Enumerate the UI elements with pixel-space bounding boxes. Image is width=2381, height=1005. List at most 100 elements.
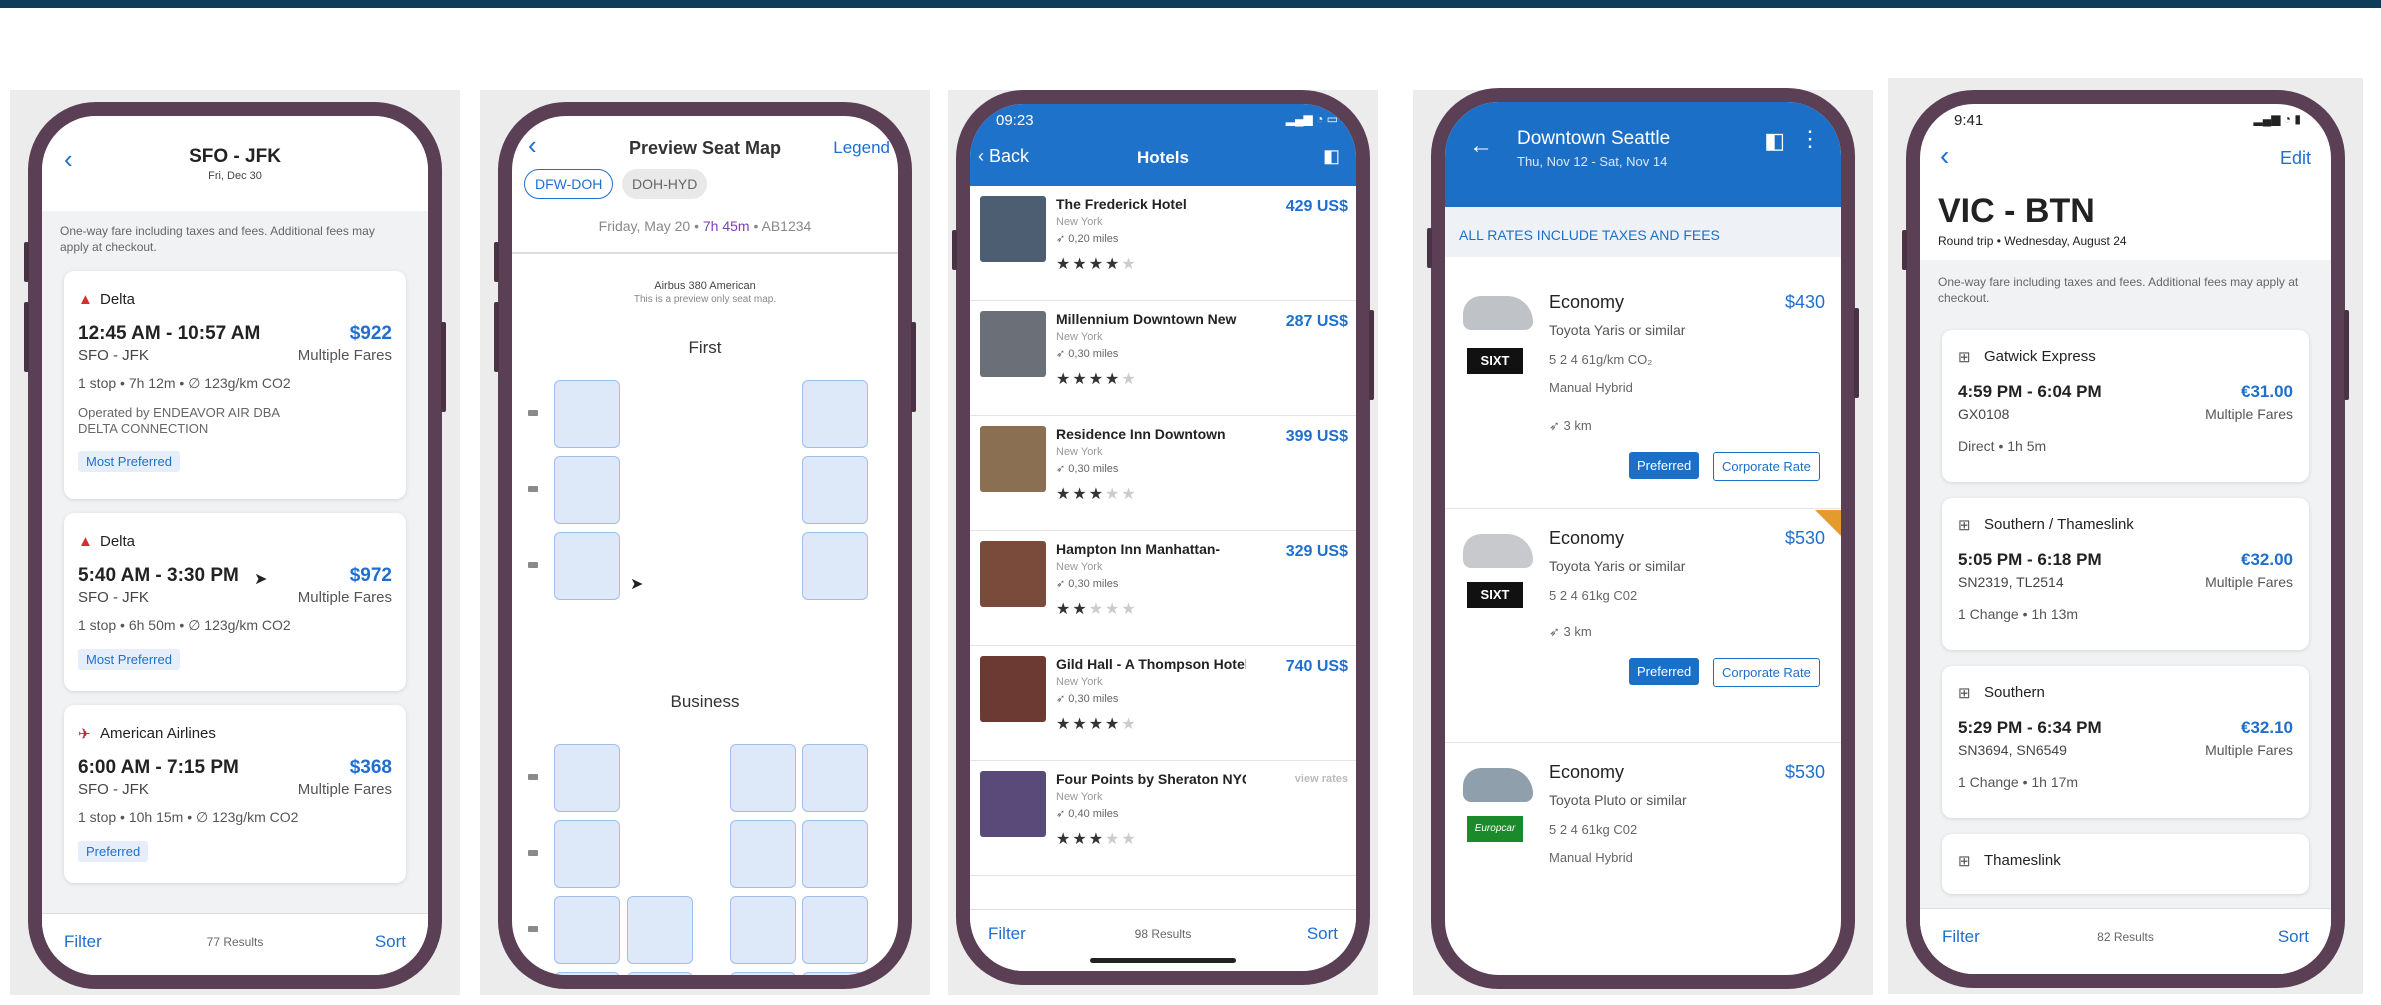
preference-tag: Most Preferred (78, 649, 180, 670)
car-header: ← Downtown Seattle Thu, Nov 12 - Sat, No… (1445, 102, 1841, 207)
seat[interactable] (554, 896, 620, 964)
seat[interactable] (730, 820, 796, 888)
seat[interactable] (730, 896, 796, 964)
location-title: Downtown Seattle (1517, 128, 1671, 149)
seat[interactable] (554, 532, 620, 600)
seat[interactable] (802, 456, 868, 524)
preferred-badge: Preferred (1629, 658, 1700, 685)
seat[interactable] (802, 744, 868, 812)
hotel-name: Residence Inn Downtown (1056, 426, 1226, 442)
seat[interactable] (554, 456, 620, 524)
train-card[interactable]: ⊞ Southern / Thameslink 5:05 PM - 6:18 PM €… (1942, 498, 2309, 650)
seat[interactable] (554, 744, 620, 812)
train-card[interactable]: ⊞ Gatwick Express 4:59 PM - 6:04 PM €31.00 G… (1942, 330, 2309, 482)
edit-button[interactable]: Edit (2280, 148, 2311, 169)
hotel-row[interactable]: Four Points by Sheraton NYC New York ➶ 0,4… (970, 761, 1356, 876)
fare-type: Multiple Fares (2205, 406, 2293, 422)
page-title: Hotels (1137, 148, 1189, 167)
fare-type: Multiple Fares (297, 781, 392, 798)
hotel-photo (980, 541, 1046, 607)
car-model: Toyota Yaris or similar (1549, 322, 1686, 338)
flight-route: SFO - JFK (78, 781, 149, 798)
back-chevron-icon[interactable]: ‹ (1940, 140, 1949, 172)
hotel-city: New York (1056, 561, 1103, 573)
seat[interactable] (730, 972, 796, 975)
hotel-photo (980, 311, 1046, 377)
seat[interactable] (802, 532, 868, 600)
hotel-row[interactable]: The Frederick Hotel New York ➶ 0,20 miles ★… (970, 186, 1356, 301)
hotel-row[interactable]: Hampton Inn Manhattan- New York ➶ 0,30 mil… (970, 531, 1356, 646)
vendor-logo: SIXT (1467, 582, 1523, 608)
map-icon[interactable]: ◧ (1764, 128, 1785, 154)
seat[interactable] (730, 744, 796, 812)
sort-button[interactable]: Sort (1307, 924, 1338, 944)
rates-notice: ALL RATES INCLUDE TAXES AND FEES (1459, 227, 1720, 243)
flight-card[interactable]: ▲ Delta 12:45 AM - 10:57 AM $922 SFO - J… (64, 271, 406, 499)
map-icon[interactable]: ◧ (1323, 146, 1340, 167)
phone-side-button (24, 242, 29, 282)
mouse-cursor-icon: ➤ (630, 576, 644, 593)
sort-button[interactable]: Sort (375, 932, 406, 952)
pickup-distance: ➶ 3 km (1549, 624, 1592, 639)
train-icon: ⊞ (1958, 853, 1971, 870)
flight-card[interactable]: ▲ Delta 5:40 AM - 3:30 PM ➤ $972 SFO - J… (64, 513, 406, 691)
car-image (1463, 768, 1533, 802)
hotel-distance-value: 0,30 miles (1068, 348, 1119, 360)
phone-side-button (1854, 308, 1859, 398)
results-count: 77 Results (206, 935, 264, 949)
date-range: Thu, Nov 12 - Sat, Nov 14 (1517, 154, 1668, 169)
car-class: Economy (1549, 528, 1625, 548)
preview-note: This is a preview only seat map. (633, 294, 777, 305)
delta-logo-icon: ▲ (78, 533, 93, 550)
car-extra: Manual Hybrid (1549, 380, 1633, 395)
notice-bar: ALL RATES INCLUDE TAXES AND FEES (1445, 207, 1841, 257)
car-price: $530 (1784, 762, 1825, 782)
back-arrow-icon[interactable]: ← (1469, 132, 1493, 160)
airline-name: Delta (100, 291, 136, 308)
train-times: 5:05 PM - 6:18 PM (1958, 550, 2102, 569)
train-icon: ⊞ (1958, 349, 1971, 366)
legend-button[interactable]: Legend (833, 138, 890, 158)
train-card[interactable]: ⊞ Thameslink (1942, 834, 2309, 894)
tab-doh-hyd[interactable]: DOH-HYD (622, 169, 708, 199)
aircraft-info: Airbus 380 American (654, 280, 756, 292)
seat[interactable] (627, 896, 693, 964)
hotel-price: 740 US$ (1285, 658, 1348, 675)
seat[interactable] (802, 820, 868, 888)
seat[interactable] (802, 380, 868, 448)
train-times: 5:29 PM - 6:34 PM (1958, 718, 2102, 737)
hotel-name: Hampton Inn Manhattan- (1056, 541, 1221, 557)
car-card[interactable]: SIXT Economy $430 Toyota Yaris or simila… (1445, 274, 1841, 509)
row-marker (528, 850, 538, 856)
train-card[interactable]: ⊞ Southern 5:29 PM - 6:34 PM €32.10 SN3694, … (1942, 666, 2309, 818)
flight-card[interactable]: ✈ American Airlines 6:00 AM - 7:15 PM $3… (64, 705, 406, 883)
pickup-distance: ➶ 3 km (1549, 418, 1592, 433)
car-model: Toyota Yaris or similar (1549, 558, 1686, 574)
flight-header: ‹ SFO - JFK Fri, Dec 30 (42, 116, 428, 211)
sort-button[interactable]: Sort (2278, 927, 2309, 947)
divider (512, 252, 898, 254)
seat[interactable] (802, 972, 868, 975)
bottom-toolbar: Filter 82 Results Sort (1920, 908, 2331, 974)
hotel-row[interactable]: Residence Inn Downtown New York ➶ 0,30 mil… (970, 416, 1356, 531)
seat[interactable] (554, 380, 620, 448)
seat[interactable] (802, 896, 868, 964)
seat[interactable] (554, 820, 620, 888)
bottom-toolbar: Filter 98 Results Sort (970, 909, 1356, 971)
hotel-row[interactable]: Millennium Downtown New New York ➶ 0,30 mi… (970, 301, 1356, 416)
car-image (1463, 534, 1533, 568)
phone-frame: 9:41 ▂▄▆ ◔ ▮ ‹ Edit VIC - BTN Round trip… (1902, 90, 2349, 988)
fare-type: Multiple Fares (2205, 574, 2293, 590)
tab-dfw-doh[interactable]: DFW-DOH (524, 169, 614, 199)
car-extra: Manual Hybrid (1549, 850, 1633, 865)
car-specs: 5 2 4 61kg C02 (1549, 822, 1638, 837)
car-card[interactable]: Europcar Economy $530 Toyota Pluto or si… (1445, 744, 1841, 944)
seat[interactable] (627, 972, 693, 975)
more-options-icon[interactable]: ⋮ (1799, 126, 1821, 152)
hotel-distance-value: 0,30 miles (1068, 578, 1119, 590)
seat[interactable] (554, 972, 620, 975)
hotel-row[interactable]: Gild Hall - A Thompson Hotel New York ➶ 0,… (970, 646, 1356, 761)
hotel-city: New York (1056, 676, 1103, 688)
car-card[interactable]: SIXT Economy $530 Toyota Yaris or simila… (1445, 510, 1841, 743)
hotel-name: Millennium Downtown New (1056, 311, 1237, 327)
